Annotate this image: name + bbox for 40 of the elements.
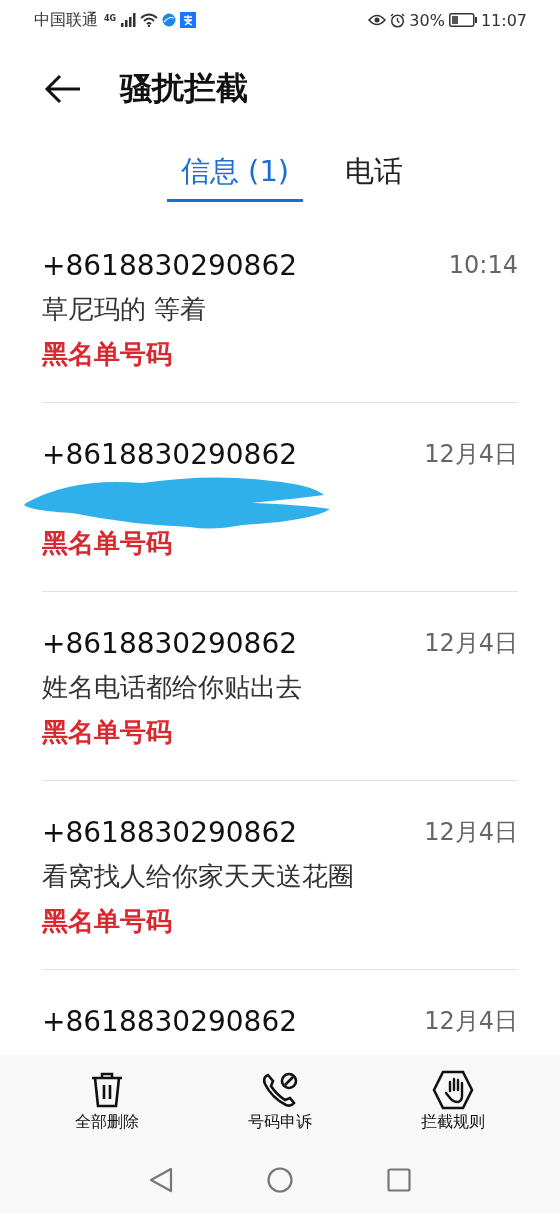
- app-icon: [180, 12, 197, 28]
- tab[interactable]: 电话: [331, 144, 418, 202]
- blacklist-tag: 黑名单号码: [42, 899, 518, 943]
- phone-number: +8618830290862: [42, 437, 298, 471]
- phone-number: +8618830290862: [42, 815, 298, 849]
- phone-number: +8618830290862: [42, 248, 298, 282]
- message-time: 12月4日: [424, 817, 518, 848]
- message-preview: 草尼玛的 等着: [42, 293, 208, 326]
- action-button[interactable]: 号码申诉: [220, 1069, 340, 1150]
- blacklist-tag: 黑名单号码: [42, 521, 518, 565]
- blacklist-tag: 黑名单号码: [42, 710, 518, 754]
- message-preview: 看窝找人给你家天天送花圈: [42, 860, 355, 893]
- eye-icon: [368, 14, 387, 26]
- message-time: 12月4日: [424, 628, 518, 659]
- phone-number: +8618830290862: [42, 1004, 298, 1038]
- battery-icon: [448, 13, 477, 27]
- home-nav-icon[interactable]: [267, 1167, 293, 1193]
- message-time: 12月4日: [424, 1006, 518, 1037]
- clock-time: 11:07: [480, 10, 527, 30]
- message-time: 10:14: [448, 251, 518, 279]
- tab[interactable]: 信息 (1): [166, 144, 304, 202]
- network-type: 4G: [104, 13, 117, 23]
- alarm-icon: [390, 12, 406, 28]
- globe-icon: [162, 13, 177, 27]
- wifi-icon: [140, 13, 159, 27]
- recents-nav-icon[interactable]: [387, 1168, 411, 1192]
- action-button[interactable]: 拦截规则: [393, 1069, 514, 1150]
- carrier-name: 中国联通: [34, 9, 98, 31]
- back-nav-icon[interactable]: [149, 1167, 173, 1193]
- back-button[interactable]: [44, 74, 82, 104]
- phone-blocked-icon: [260, 1070, 300, 1110]
- hand-stop-icon: [432, 1070, 475, 1110]
- action-button[interactable]: 全部删除: [46, 1069, 167, 1150]
- message-preview: 姓名电话都给你贴出去: [42, 671, 303, 704]
- blacklist-tag: 黑名单号码: [42, 332, 518, 376]
- battery-percent: 30%: [409, 10, 445, 30]
- message-time: 12月4日: [424, 439, 518, 470]
- phone-number: +8618830290862: [42, 626, 298, 660]
- signal-icon: [120, 13, 137, 27]
- page-title: 骚扰拦截: [120, 68, 248, 109]
